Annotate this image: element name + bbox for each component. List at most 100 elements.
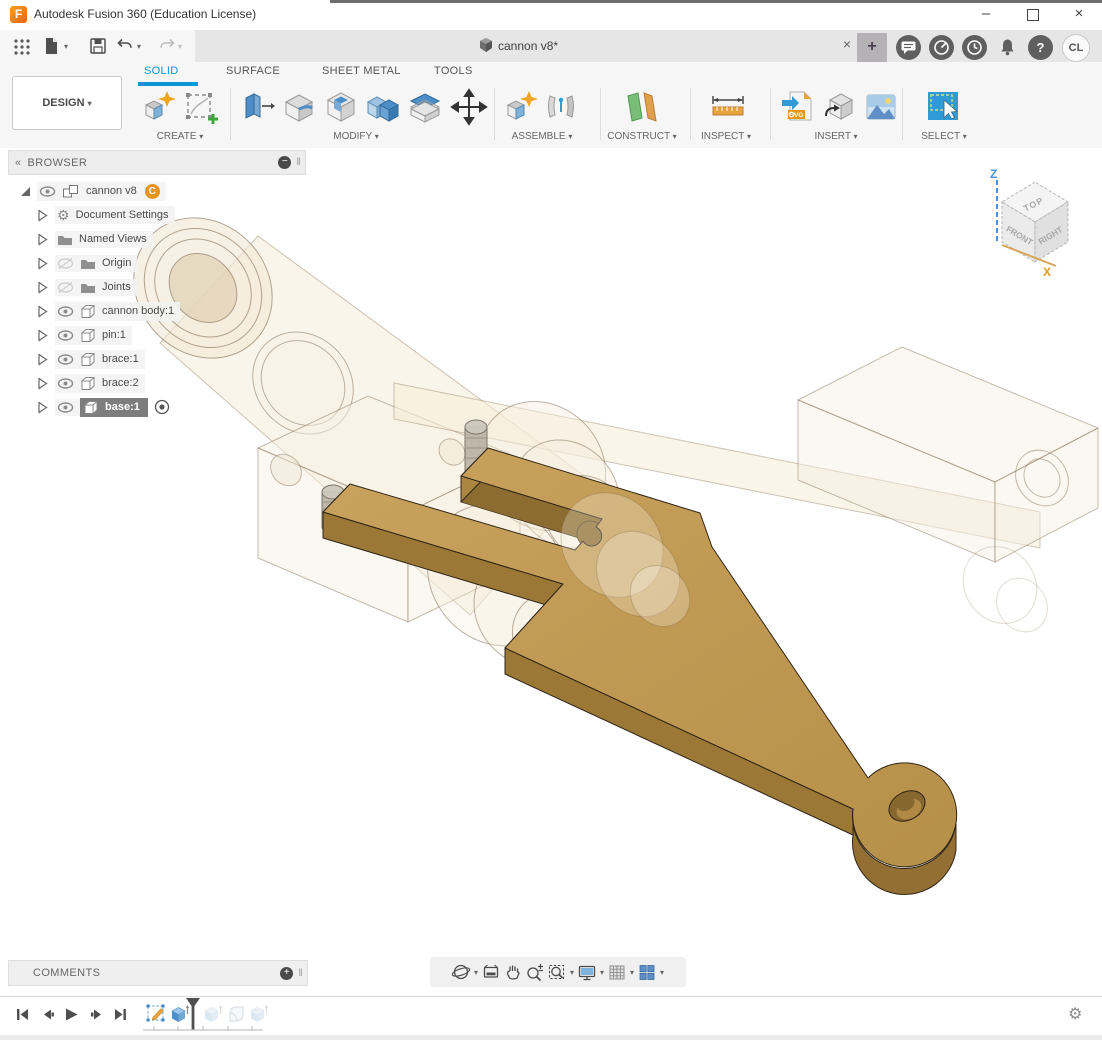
tree-item-pin[interactable]: pin:1 xyxy=(36,323,306,347)
account-avatar[interactable]: CL xyxy=(1062,34,1090,62)
new-component-icon[interactable] xyxy=(140,88,178,126)
file-menu-icon[interactable] xyxy=(42,36,64,56)
timeline-step-back-button[interactable] xyxy=(39,1006,57,1024)
orbit-caret-icon[interactable]: ▾ xyxy=(474,968,478,977)
collapsed-arrow-icon[interactable] xyxy=(36,281,49,294)
group-insert[interactable]: INSERT ▾ xyxy=(790,131,882,142)
collapsed-arrow-icon[interactable] xyxy=(36,233,49,246)
browser-collapse-icon[interactable]: − xyxy=(278,156,291,169)
orbit-icon[interactable] xyxy=(451,962,471,982)
measure-icon[interactable] xyxy=(708,88,748,126)
eye-visible-icon[interactable] xyxy=(57,329,74,342)
notifications-button[interactable] xyxy=(995,35,1020,60)
timeline-skip-start-button[interactable] xyxy=(14,1006,32,1024)
collapsed-arrow-icon[interactable] xyxy=(36,257,49,270)
new-tab-button[interactable]: + xyxy=(857,33,887,62)
document-tab[interactable]: cannon v8* × xyxy=(400,30,860,62)
tab-solid[interactable]: SOLID xyxy=(144,65,179,77)
assemble-new-component-icon[interactable] xyxy=(502,88,540,126)
collapsed-arrow-icon[interactable] xyxy=(36,305,49,318)
insert-svg-icon[interactable]: SVG xyxy=(778,88,816,126)
undo-caret-icon[interactable]: ▾ xyxy=(137,42,141,51)
save-icon[interactable] xyxy=(88,36,110,56)
collapse-panel-icon[interactable]: « xyxy=(15,157,22,169)
canvas-image-icon[interactable] xyxy=(862,88,900,126)
feedback-chat-button[interactable] xyxy=(896,35,921,60)
group-modify[interactable]: MODIFY ▾ xyxy=(310,131,402,142)
collapsed-arrow-icon[interactable] xyxy=(36,353,49,366)
move-copy-icon[interactable] xyxy=(450,88,488,126)
group-select[interactable]: SELECT ▾ xyxy=(906,131,982,142)
press-pull-icon[interactable] xyxy=(238,88,276,126)
tree-item-named-views[interactable]: Named Views xyxy=(36,227,306,251)
activate-component-radio[interactable] xyxy=(154,399,170,415)
fit-caret-icon[interactable]: ▾ xyxy=(570,968,574,977)
derive-icon[interactable] xyxy=(820,88,858,126)
view-cube[interactable]: TOP FRONT RIGHT Z X xyxy=(950,158,1100,288)
eye-visible-icon[interactable] xyxy=(39,185,56,198)
group-assemble[interactable]: ASSEMBLE ▾ xyxy=(498,131,586,142)
tab-sheet-metal[interactable]: SHEET METAL xyxy=(322,65,401,77)
add-comment-icon[interactable]: + xyxy=(280,967,293,980)
grid-display-icon[interactable] xyxy=(607,962,627,982)
app-grid-menu-icon[interactable] xyxy=(12,36,34,56)
undo-icon[interactable] xyxy=(115,36,137,56)
selected-row-highlight[interactable]: base:1 xyxy=(80,398,148,417)
eye-hidden-icon[interactable] xyxy=(57,281,74,294)
tree-item-brace-1[interactable]: brace:1 xyxy=(36,347,306,371)
joint-icon[interactable] xyxy=(542,88,580,126)
eye-visible-icon[interactable] xyxy=(57,353,74,366)
viewports-caret-icon[interactable]: ▾ xyxy=(660,968,664,977)
workspace-switcher[interactable]: DESIGN ▾ xyxy=(12,76,122,130)
eye-visible-icon[interactable] xyxy=(57,401,74,414)
combine-icon[interactable] xyxy=(364,88,402,126)
panel-grip-icon[interactable]: ‖ xyxy=(298,968,303,979)
timeline-skip-end-button[interactable] xyxy=(112,1006,130,1024)
eye-hidden-icon[interactable] xyxy=(57,257,74,270)
group-construct[interactable]: CONSTRUCT ▾ xyxy=(596,131,688,142)
tree-item-brace-2[interactable]: brace:2 xyxy=(36,371,306,395)
fit-view-icon[interactable] xyxy=(547,962,567,982)
panel-grip-icon[interactable]: ‖ xyxy=(296,157,301,168)
help-button[interactable]: ? xyxy=(1028,35,1053,60)
timeline-settings-gear-icon[interactable]: ⚙ xyxy=(1068,1004,1082,1024)
look-at-icon[interactable] xyxy=(481,962,501,982)
grid-caret-icon[interactable]: ▾ xyxy=(630,968,634,977)
eye-visible-icon[interactable] xyxy=(57,377,74,390)
tab-surface[interactable]: SURFACE xyxy=(226,65,280,77)
window-close-button[interactable]: × xyxy=(1059,0,1099,28)
group-create[interactable]: CREATE ▾ xyxy=(134,131,226,142)
tree-item-base-selected[interactable]: base:1 xyxy=(36,395,306,419)
collapsed-arrow-icon[interactable] xyxy=(36,329,49,342)
zoom-icon[interactable] xyxy=(525,962,545,982)
job-status-button[interactable] xyxy=(929,35,954,60)
document-tab-close-icon[interactable]: × xyxy=(838,36,856,52)
tree-item-joints[interactable]: Joints xyxy=(36,275,306,299)
window-maximize-button[interactable] xyxy=(1013,0,1053,28)
fillet-icon[interactable] xyxy=(280,88,318,126)
timeline-track[interactable] xyxy=(143,1026,273,1034)
collapsed-arrow-icon[interactable] xyxy=(36,209,49,222)
group-inspect[interactable]: INSPECT ▾ xyxy=(690,131,762,142)
eye-visible-icon[interactable] xyxy=(57,305,74,318)
create-sketch-icon[interactable] xyxy=(182,88,220,126)
tree-item-root[interactable]: cannon v8 C xyxy=(18,179,306,203)
tree-item-cannon-body[interactable]: cannon body:1 xyxy=(36,299,306,323)
window-minimize-button[interactable]: – xyxy=(966,0,1006,28)
file-menu-caret-icon[interactable]: ▾ xyxy=(64,42,68,51)
version-history-button[interactable] xyxy=(962,35,987,60)
expanded-arrow-icon[interactable] xyxy=(18,185,31,198)
display-settings-icon[interactable] xyxy=(577,962,597,982)
timeline-feature-sketch[interactable] xyxy=(145,1002,167,1026)
collapsed-arrow-icon[interactable] xyxy=(36,401,49,414)
tab-tools[interactable]: TOOLS xyxy=(434,65,473,77)
timeline-play-button[interactable] xyxy=(62,1006,80,1024)
tree-item-document-settings[interactable]: ⚙ Document Settings xyxy=(36,203,306,227)
viewports-icon[interactable] xyxy=(637,962,657,982)
timeline-step-forward-button[interactable] xyxy=(88,1006,106,1024)
offset-face-icon[interactable] xyxy=(406,88,444,126)
collapsed-arrow-icon[interactable] xyxy=(36,377,49,390)
display-caret-icon[interactable]: ▾ xyxy=(600,968,604,977)
pan-icon[interactable] xyxy=(503,962,523,982)
comments-bar[interactable]: COMMENTS + ‖ xyxy=(8,960,308,986)
